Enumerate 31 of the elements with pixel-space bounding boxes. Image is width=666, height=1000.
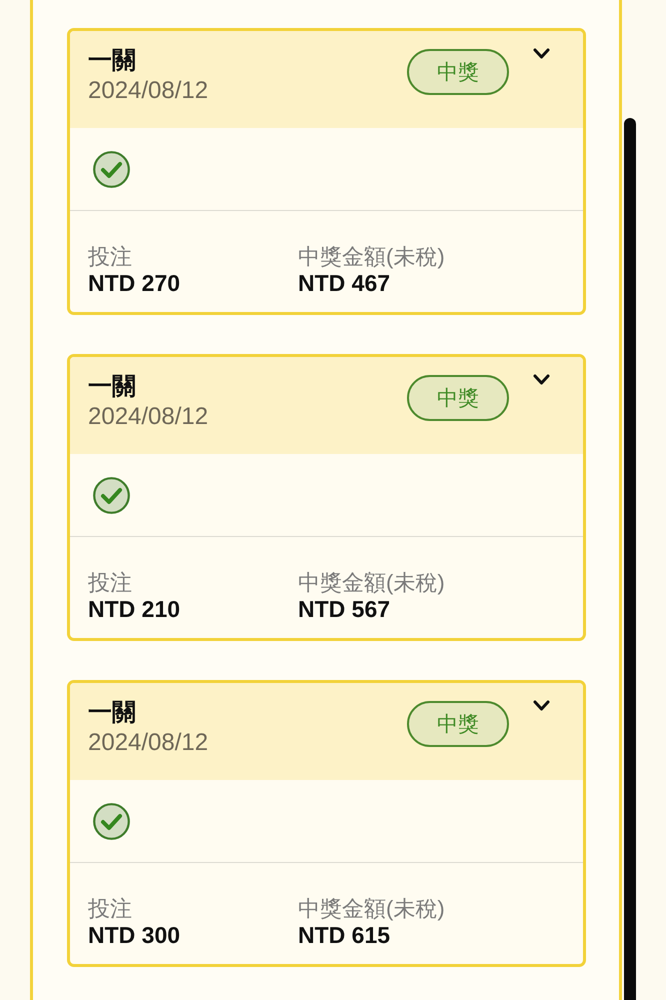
bet-amount: NTD 300	[88, 922, 182, 948]
scrollbar-thumb[interactable]	[624, 118, 636, 1000]
card-header[interactable]: 一關 2024/08/12 中獎	[70, 357, 583, 454]
check-circle-icon	[93, 151, 130, 188]
card-header[interactable]: 一關 2024/08/12 中獎	[70, 31, 583, 128]
card-title: 一關	[88, 698, 137, 728]
prize-amount: NTD 567	[298, 596, 392, 622]
prize-amount: NTD 615	[298, 922, 392, 948]
prize-label: 中獎金額(未稅)	[298, 570, 445, 596]
bet-label: 投注	[88, 570, 133, 596]
status-badge: 中獎	[407, 701, 509, 747]
card-date: 2024/08/12	[88, 76, 210, 106]
card-title: 一關	[88, 372, 137, 402]
bet-label: 投注	[88, 244, 133, 270]
bet-amount: NTD 270	[88, 270, 182, 296]
chevron-down-icon[interactable]	[533, 700, 550, 712]
status-badge: 中獎	[407, 375, 509, 421]
bet-amount: NTD 210	[88, 596, 182, 622]
check-circle-icon	[93, 477, 130, 514]
status-badge: 中獎	[407, 49, 509, 95]
chevron-down-icon[interactable]	[533, 374, 550, 386]
card-header[interactable]: 一關 2024/08/12 中獎	[70, 683, 583, 780]
bet-label: 投注	[88, 896, 133, 922]
prize-label: 中獎金額(未稅)	[298, 896, 445, 922]
card-title: 一關	[88, 46, 137, 76]
prize-label: 中獎金額(未稅)	[298, 244, 445, 270]
check-circle-icon	[93, 803, 130, 840]
prize-amount: NTD 467	[298, 270, 392, 296]
card-date: 2024/08/12	[88, 402, 210, 432]
card-date: 2024/08/12	[88, 728, 210, 758]
chevron-down-icon[interactable]	[533, 48, 550, 60]
